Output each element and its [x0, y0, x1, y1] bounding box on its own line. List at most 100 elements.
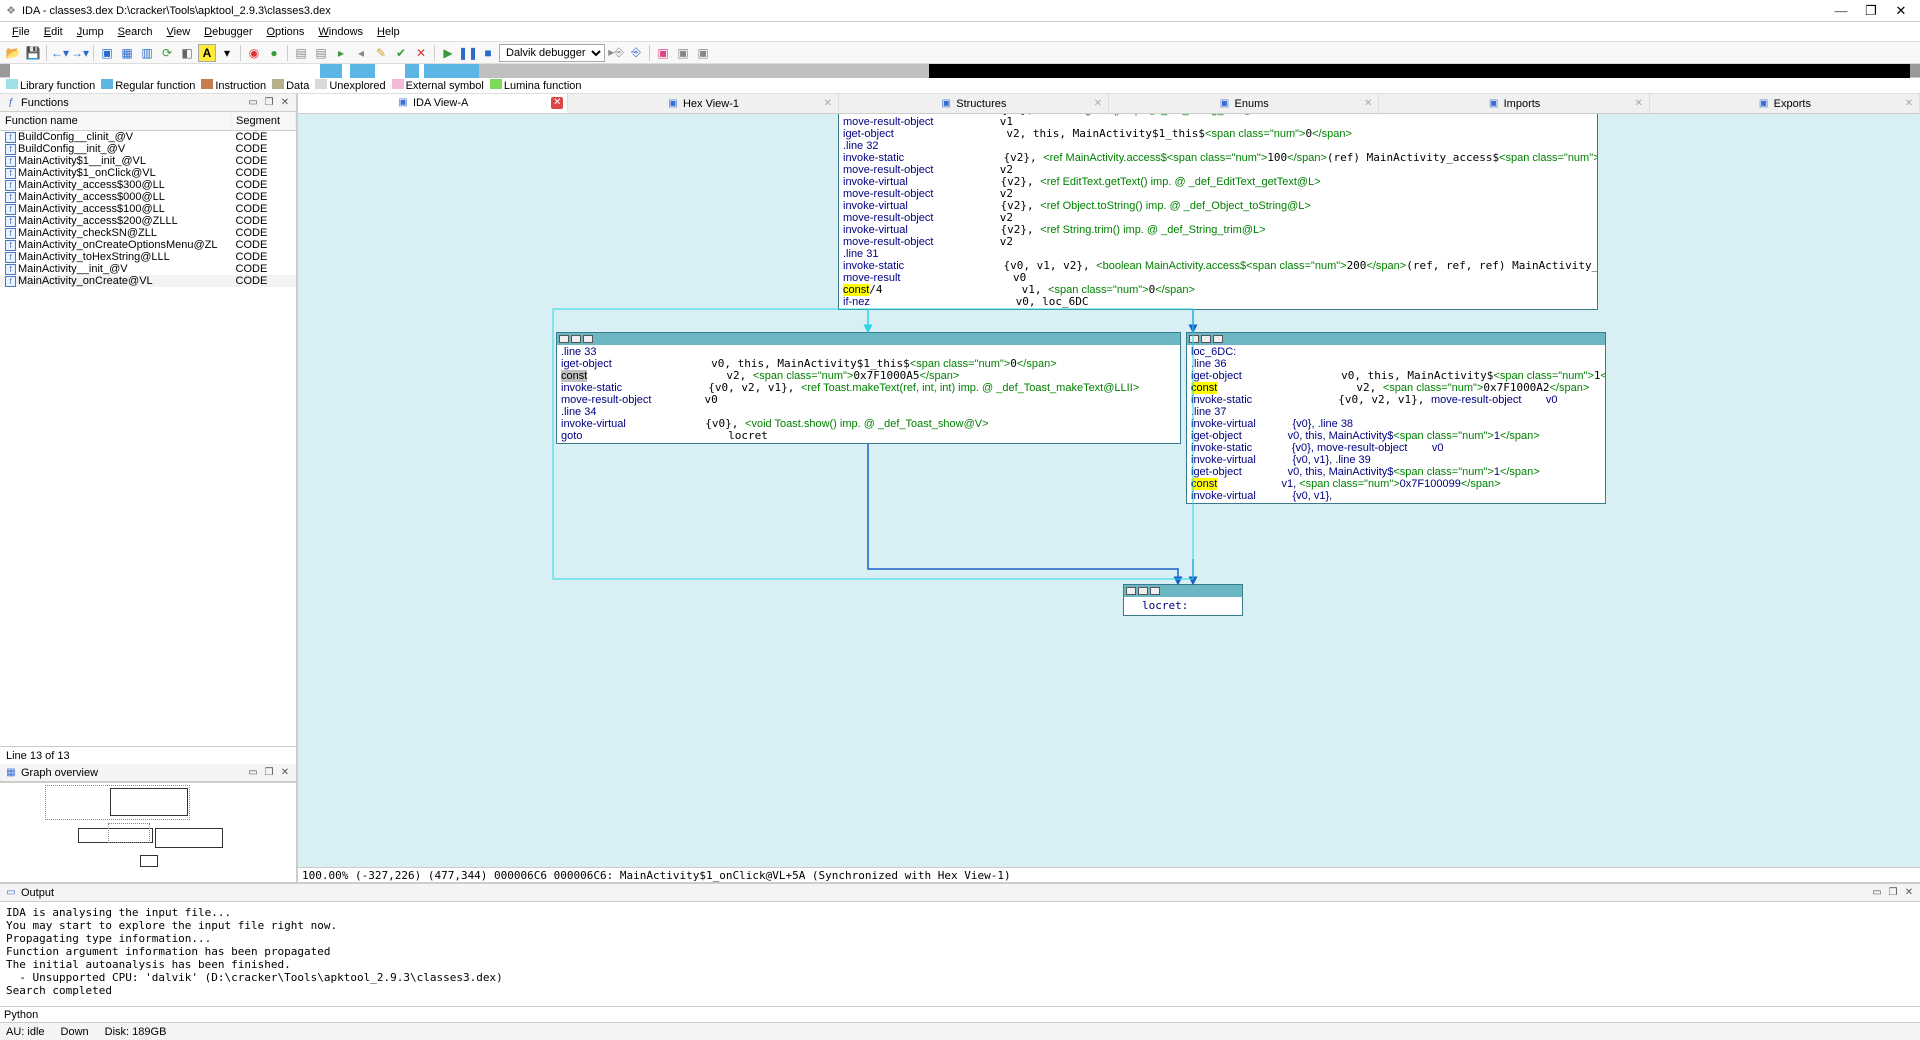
function-row[interactable]: fMainActivity_access$000@LLCODE — [0, 191, 296, 203]
tab-close-icon[interactable]: ✕ — [1633, 98, 1645, 110]
maximize-button[interactable]: ❐ — [1856, 0, 1886, 22]
db6-icon[interactable]: ✔ — [392, 44, 410, 62]
stop2-icon[interactable]: ■ — [479, 44, 497, 62]
function-row[interactable]: fMainActivity_onCreateOptionsMenu@ZLCODE — [0, 239, 296, 251]
tab-close-icon[interactable]: ✕ — [822, 98, 834, 110]
function-row[interactable]: fMainActivity_onCreate@VLCODE — [0, 275, 296, 287]
status-disk: Disk: 189GB — [105, 1026, 167, 1038]
menu-options[interactable]: Options — [260, 24, 310, 40]
function-row[interactable]: fMainActivity$1__init_@VLCODE — [0, 155, 296, 167]
menubar: FileEditJumpSearchViewDebuggerOptionsWin… — [0, 22, 1920, 42]
menu-edit[interactable]: Edit — [38, 24, 69, 40]
graph-node-top[interactable]: invoke-virtual {v1}, <ref String.trim() … — [838, 114, 1598, 310]
panel-min-icon[interactable]: ▭ — [1870, 886, 1884, 900]
menu-file[interactable]: File — [6, 24, 36, 40]
legend-item: Data — [272, 79, 309, 92]
db3-icon[interactable]: ▸ — [332, 44, 350, 62]
back-icon[interactable]: ←▾ — [51, 44, 69, 62]
refresh-icon[interactable]: ⟳ — [158, 44, 176, 62]
panel-min-icon[interactable]: ▭ — [246, 96, 260, 110]
minimize-button[interactable]: — — [1826, 0, 1856, 22]
tab-exports[interactable]: ▣Exports✕ — [1650, 94, 1920, 113]
nav-left-arrow[interactable] — [0, 64, 10, 77]
graph-node-right[interactable]: loc_6DC: .line 36 iget-object v0, this, … — [1186, 332, 1606, 504]
function-row[interactable]: fBuildConfig__clinit_@VCODE — [0, 131, 296, 144]
tool2-icon[interactable]: ▦ — [118, 44, 136, 62]
output-panel: ▭ Output ▭ ❐ ✕ IDA is analysing the inpu… — [0, 882, 1920, 1022]
legend-item: Regular function — [101, 79, 195, 92]
dropdown-icon[interactable]: ▾ — [218, 44, 236, 62]
tab-close-icon[interactable]: ✕ — [1362, 98, 1374, 110]
function-row[interactable]: fMainActivity_access$300@LLCODE — [0, 179, 296, 191]
stop-icon[interactable]: ✕ — [412, 44, 430, 62]
ext3-icon[interactable]: ▣ — [694, 44, 712, 62]
tab-close-icon[interactable]: ✕ — [1092, 98, 1104, 110]
ext2-icon[interactable]: ▣ — [674, 44, 692, 62]
menu-view[interactable]: View — [161, 24, 197, 40]
function-row[interactable]: fMainActivity_access$200@ZLLLCODE — [0, 215, 296, 227]
graph-overview-icon: ▦ — [4, 767, 18, 779]
panel-close-icon[interactable]: ✕ — [278, 766, 292, 780]
tab-imports[interactable]: ▣Imports✕ — [1379, 94, 1649, 113]
function-row[interactable]: fMainActivity__init_@VCODE — [0, 263, 296, 275]
panel-restore-icon[interactable]: ❐ — [262, 766, 276, 780]
menu-debugger[interactable]: Debugger — [198, 24, 258, 40]
tab-close-icon[interactable]: ✕ — [551, 97, 563, 109]
function-row[interactable]: fMainActivity_checkSN@ZLLCODE — [0, 227, 296, 239]
dbg1-icon[interactable]: ▸⎆ — [607, 44, 625, 62]
run-icon[interactable]: ● — [265, 44, 283, 62]
panel-restore-icon[interactable]: ❐ — [262, 96, 276, 110]
tool5-icon[interactable]: ◧ — [178, 44, 196, 62]
panel-min-icon[interactable]: ▭ — [246, 766, 260, 780]
tab-close-icon[interactable]: ✕ — [1903, 98, 1915, 110]
graph-overview[interactable] — [0, 782, 296, 882]
graph-node-left[interactable]: .line 33 iget-object v0, this, MainActiv… — [556, 332, 1181, 444]
menu-windows[interactable]: Windows — [312, 24, 369, 40]
mark-icon[interactable]: ◉ — [245, 44, 263, 62]
output-text[interactable]: IDA is analysing the input file... You m… — [0, 902, 1920, 1006]
play-icon[interactable]: ▶ — [439, 44, 457, 62]
panel-close-icon[interactable]: ✕ — [1902, 886, 1916, 900]
functions-table[interactable]: Function name Segment fBuildConfig__clin… — [0, 112, 296, 746]
panel-close-icon[interactable]: ✕ — [278, 96, 292, 110]
menu-jump[interactable]: Jump — [71, 24, 110, 40]
panel-restore-icon[interactable]: ❐ — [1886, 886, 1900, 900]
save-icon[interactable]: 💾 — [24, 44, 42, 62]
menu-search[interactable]: Search — [112, 24, 159, 40]
pause-icon[interactable]: ❚❚ — [459, 44, 477, 62]
db1-icon[interactable]: ▤ — [292, 44, 310, 62]
open-icon[interactable]: 📂 — [4, 44, 22, 62]
ext1-icon[interactable]: ▣ — [654, 44, 672, 62]
function-row[interactable]: fBuildConfig__init_@VCODE — [0, 143, 296, 155]
tool3-icon[interactable]: ▥ — [138, 44, 156, 62]
ida-view-canvas[interactable]: invoke-virtual {v1}, <ref String.trim() … — [298, 114, 1920, 867]
close-button[interactable]: ✕ — [1886, 0, 1916, 22]
function-row[interactable]: fMainActivity_toHexString@LLLCODE — [0, 251, 296, 263]
text-icon[interactable]: A — [198, 44, 216, 62]
db2-icon[interactable]: ▤ — [312, 44, 330, 62]
functions-icon: ƒ — [4, 97, 18, 109]
tool-icon[interactable]: ▣ — [98, 44, 116, 62]
output-icon: ▭ — [4, 887, 18, 899]
tab-hex-view-1[interactable]: ▣Hex View-1✕ — [568, 94, 838, 113]
col-function-name[interactable]: Function name — [0, 112, 231, 131]
col-segment[interactable]: Segment — [231, 112, 296, 131]
graph-node-bottom[interactable]: locret: — [1123, 584, 1243, 616]
db5-icon[interactable]: ✎ — [372, 44, 390, 62]
status-down: Down — [61, 1026, 89, 1038]
tab-ida-view-a[interactable]: ▣IDA View-A✕ — [298, 94, 568, 113]
forward-icon[interactable]: →▾ — [71, 44, 89, 62]
python-console-label[interactable]: Python — [0, 1006, 1920, 1022]
debugger-combo[interactable]: Dalvik debugger — [499, 44, 605, 62]
tab-structures[interactable]: ▣Structures✕ — [839, 94, 1109, 113]
nav-right-arrow[interactable] — [1910, 64, 1920, 77]
function-row[interactable]: fMainActivity$1_onClick@VLCODE — [0, 167, 296, 179]
output-header: ▭ Output ▭ ❐ ✕ — [0, 884, 1920, 902]
dbg2-icon[interactable]: ⎆ — [627, 44, 645, 62]
navigation-band[interactable] — [0, 64, 1920, 78]
tab-enums[interactable]: ▣Enums✕ — [1109, 94, 1379, 113]
graph-status: 100.00% (-327,226) (477,344) 000006C6 00… — [298, 867, 1920, 882]
menu-help[interactable]: Help — [371, 24, 406, 40]
db4-icon[interactable]: ◂ — [352, 44, 370, 62]
function-row[interactable]: fMainActivity_access$100@LLCODE — [0, 203, 296, 215]
